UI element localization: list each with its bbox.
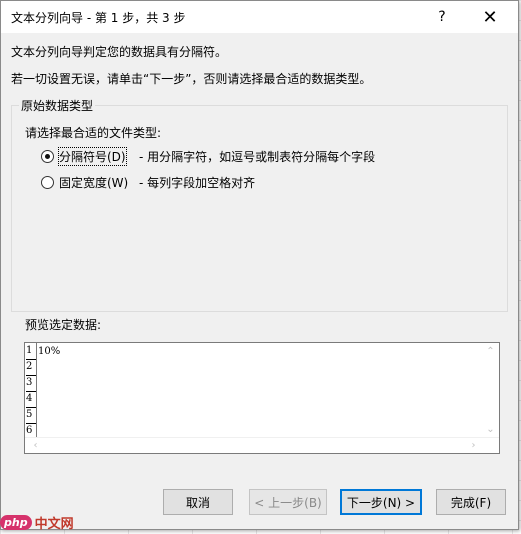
back-button[interactable]: < 上一步(B) (249, 489, 327, 515)
scroll-left-icon[interactable]: ‹ (27, 439, 44, 453)
row-number: 4 (26, 391, 36, 408)
watermark-logo: php (0, 515, 32, 530)
row-number: 1 (26, 343, 36, 360)
row-number: 3 (26, 375, 36, 392)
preview-horizontal-scrollbar[interactable]: ‹ › (25, 437, 499, 453)
cancel-button[interactable]: 取消 (163, 489, 233, 515)
radio-fixed-width-indicator[interactable] (41, 176, 54, 189)
finish-button[interactable]: 完成(F) (436, 489, 506, 515)
help-button[interactable]: ? (419, 1, 465, 33)
close-icon: ✕ (482, 6, 498, 28)
preview-cell: 10% (38, 346, 61, 357)
text-to-columns-dialog: 文本分列向导 - 第 1 步，共 3 步 ? ✕ 文本分列向导判定您的数据具有分… (0, 0, 519, 530)
preview-label: 预览选定数据: (25, 318, 102, 332)
row-number: 2 (26, 359, 36, 376)
radio-fixed-width-label[interactable]: 固定宽度(W) (59, 174, 128, 191)
intro-text-2: 若一切设置无误，请单击“下一步”，否则请选择最合适的数据类型。 (11, 72, 372, 86)
preview-vertical-scrollbar[interactable]: ⌃ ⌄ (482, 343, 499, 437)
radio-delimited-desc: - 用分隔字符，如逗号或制表符分隔每个字段 (139, 150, 376, 164)
group-label: 原始数据类型 (19, 97, 96, 114)
row-number: 5 (26, 407, 36, 424)
help-icon: ? (438, 9, 446, 25)
row-number-column: 1 2 3 4 5 6 (25, 343, 37, 443)
radio-delimited[interactable]: 分隔符号(D) (41, 147, 127, 166)
radio-delimited-indicator[interactable] (41, 150, 54, 163)
radio-fixed-width-desc: - 每列字段加空格对齐 (139, 176, 256, 190)
close-button[interactable]: ✕ (467, 1, 513, 33)
preview-data-box[interactable]: 1 2 3 4 5 6 10% ⌃ ⌄ ‹ › (24, 342, 500, 454)
watermark-text: 中文网 (34, 517, 74, 532)
scroll-right-icon[interactable]: › (465, 439, 482, 453)
scroll-down-icon[interactable]: ⌄ (482, 423, 499, 437)
choose-type-label: 请选择最合适的文件类型: (25, 126, 162, 140)
title-bar: 文本分列向导 - 第 1 步，共 3 步 ? ✕ (1, 1, 518, 33)
scroll-up-icon[interactable]: ⌃ (482, 345, 499, 359)
dialog-title: 文本分列向导 - 第 1 步，共 3 步 (11, 11, 186, 25)
next-button[interactable]: 下一步(N) > (340, 489, 422, 515)
intro-text-1: 文本分列向导判定您的数据具有分隔符。 (11, 45, 228, 59)
watermark: php 中文网 (0, 513, 74, 532)
radio-fixed-width[interactable]: 固定宽度(W) (41, 174, 128, 191)
radio-delimited-label[interactable]: 分隔符号(D) (58, 147, 127, 166)
